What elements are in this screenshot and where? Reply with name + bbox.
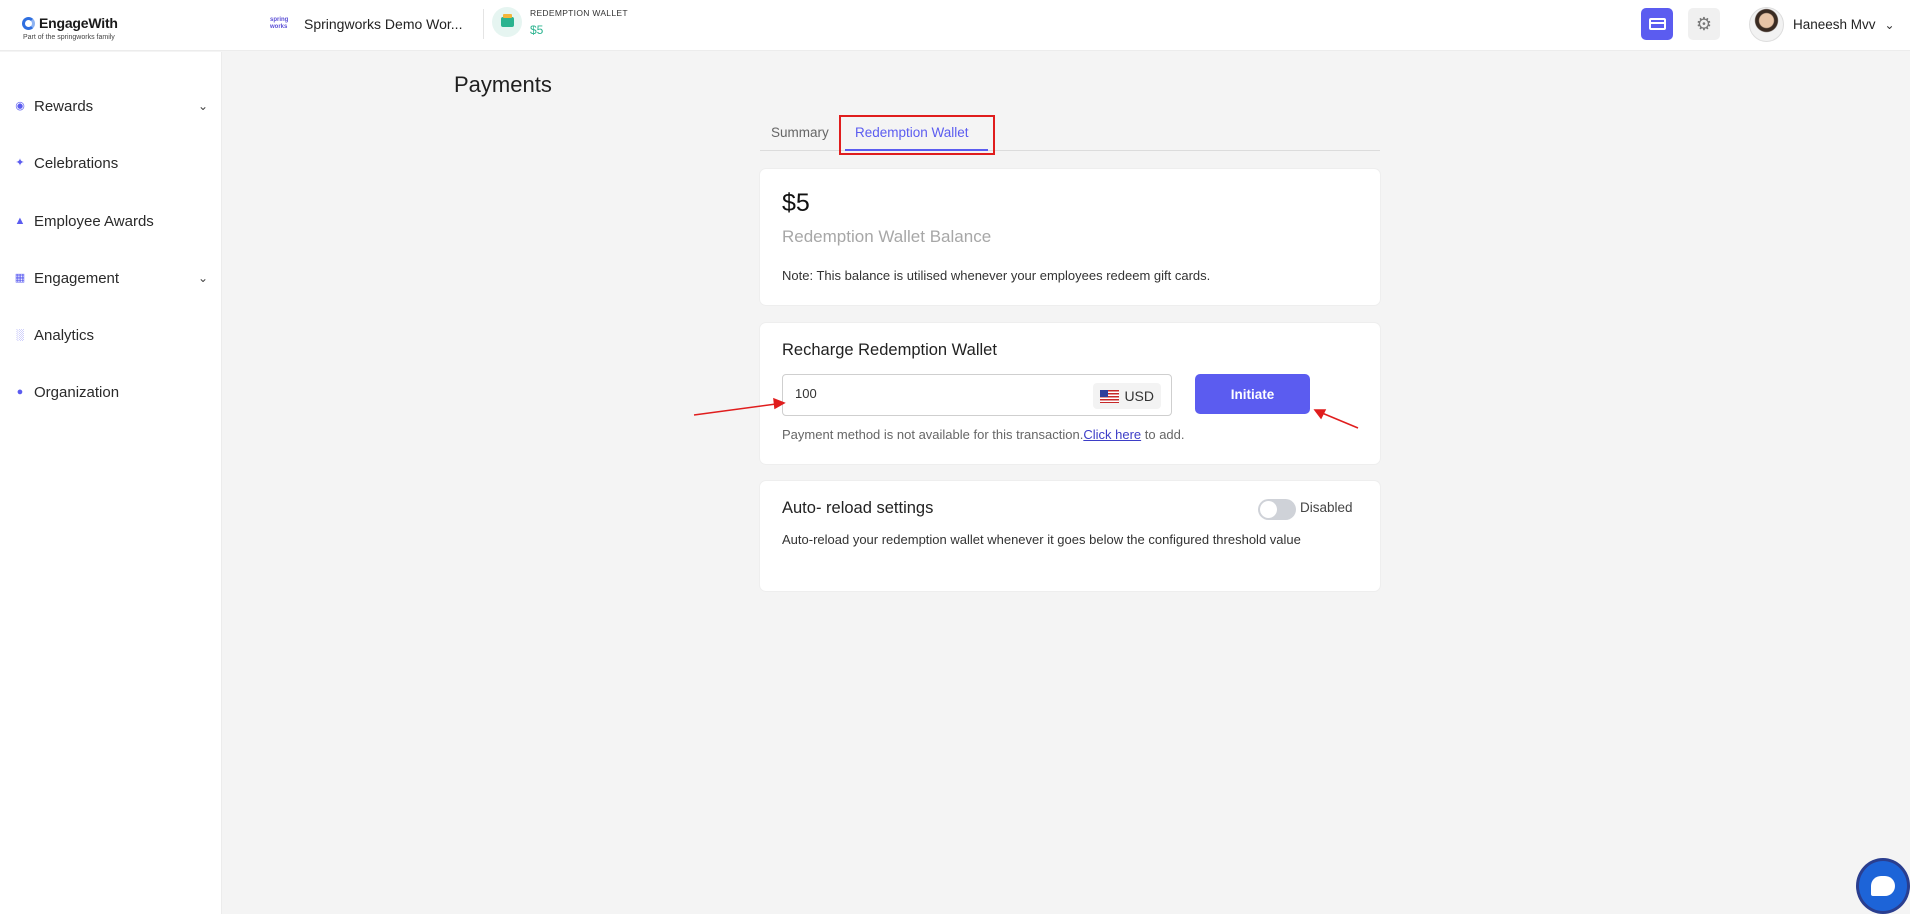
bar-chart-icon: ░ <box>16 329 24 341</box>
auto-reload-card: Auto- reload settings Disabled Auto-relo… <box>760 481 1380 591</box>
org-logo: spring works <box>270 17 289 30</box>
recharge-card: Recharge Redemption Wallet USD Initiate … <box>760 323 1380 464</box>
team-icon: ● <box>16 386 24 398</box>
chevron-down-icon: ⌄ <box>197 271 208 285</box>
sidebar-item-analytics[interactable]: ░ Analytics <box>14 323 210 347</box>
auto-reload-description: Auto-reload your redemption wallet whene… <box>782 532 1301 547</box>
wallet-balance-card: $5 Redemption Wallet Balance Note: This … <box>760 169 1380 305</box>
sidebar-item-label: Employee Awards <box>34 212 154 230</box>
tab-summary[interactable]: Summary <box>771 125 829 140</box>
sidebar: ◉ Rewards ⌄ ✦ Celebrations ▲ Employee Aw… <box>0 52 222 914</box>
brand-name: EngageWith <box>39 15 118 31</box>
trophy-icon: ▲ <box>14 215 26 227</box>
initiate-button[interactable]: Initiate <box>1195 374 1310 414</box>
engagewith-logo-icon <box>22 16 35 30</box>
wallet-label: REDEMPTION WALLET <box>530 7 628 18</box>
balance-amount: $5 <box>782 189 810 217</box>
sidebar-item-engagement[interactable]: ▦ Engagement ⌄ <box>14 266 210 290</box>
auto-reload-toggle[interactable] <box>1258 499 1296 520</box>
medal-icon: ◉ <box>15 100 25 112</box>
balance-label: Redemption Wallet Balance <box>782 227 992 246</box>
recharge-amount-field: USD <box>782 374 1172 416</box>
sidebar-item-label: Engagement <box>34 269 120 287</box>
sidebar-item-celebrations[interactable]: ✦ Celebrations <box>14 151 210 175</box>
avatar <box>1749 7 1784 42</box>
recharge-amount-input[interactable] <box>795 386 1045 401</box>
payment-method-note: Payment method is not available for this… <box>782 427 1185 442</box>
payment-note-text: Payment method is not available for this… <box>782 427 1084 442</box>
chevron-down-icon: ⌄ <box>197 99 208 113</box>
user-name: Haneesh Mvv <box>1793 17 1876 32</box>
currency-code: USD <box>1124 388 1154 404</box>
recharge-title: Recharge Redemption Wallet <box>782 341 997 359</box>
workspace-selector[interactable]: spring works Springworks Demo Wor... <box>270 16 462 32</box>
sidebar-item-employee-awards[interactable]: ▲ Employee Awards <box>14 209 210 233</box>
top-header: EngageWith Part of the springworks famil… <box>0 0 1910 51</box>
chat-support-button[interactable] <box>1856 858 1910 914</box>
user-menu[interactable]: Haneesh Mvv ⌄ <box>1749 7 1895 42</box>
brand[interactable]: EngageWith Part of the springworks famil… <box>22 15 118 41</box>
payments-button[interactable] <box>1641 8 1673 40</box>
sidebar-item-label: Celebrations <box>34 154 119 172</box>
sidebar-item-rewards[interactable]: ◉ Rewards ⌄ <box>14 94 210 118</box>
currency-selector[interactable]: USD <box>1093 383 1161 409</box>
party-icon: ✦ <box>15 157 25 169</box>
redemption-wallet-summary[interactable]: REDEMPTION WALLET $5 <box>492 7 628 37</box>
chat-bubble-icon <box>1871 876 1895 896</box>
header-divider <box>483 9 484 39</box>
balance-note: Note: This balance is utilised whenever … <box>782 268 1211 283</box>
chevron-down-icon: ⌄ <box>1884 17 1895 32</box>
settings-button[interactable]: ⚙ <box>1688 8 1720 40</box>
wallet-icon <box>492 7 522 37</box>
auto-reload-title: Auto- reload settings <box>782 499 934 517</box>
page-title: Payments <box>454 72 552 97</box>
add-payment-method-link[interactable]: Click here <box>1083 427 1141 442</box>
brand-tagline: Part of the springworks family <box>23 34 115 41</box>
sidebar-item-label: Organization <box>34 383 120 401</box>
wallet-amount: $5 <box>530 22 544 37</box>
credit-card-icon <box>1648 18 1666 30</box>
sidebar-item-label: Analytics <box>34 326 95 344</box>
us-flag-icon <box>1100 389 1120 403</box>
sidebar-item-organization[interactable]: ● Organization <box>14 380 210 404</box>
annotation-highlight-box <box>839 115 995 155</box>
payment-note-suffix: to add. <box>1141 427 1185 442</box>
gear-icon: ⚙ <box>1695 13 1713 34</box>
flow-icon: ▦ <box>14 272 26 284</box>
org-name: Springworks Demo Wor... <box>304 16 463 32</box>
toggle-state-label: Disabled <box>1300 500 1353 515</box>
sidebar-item-label: Rewards <box>34 97 94 115</box>
